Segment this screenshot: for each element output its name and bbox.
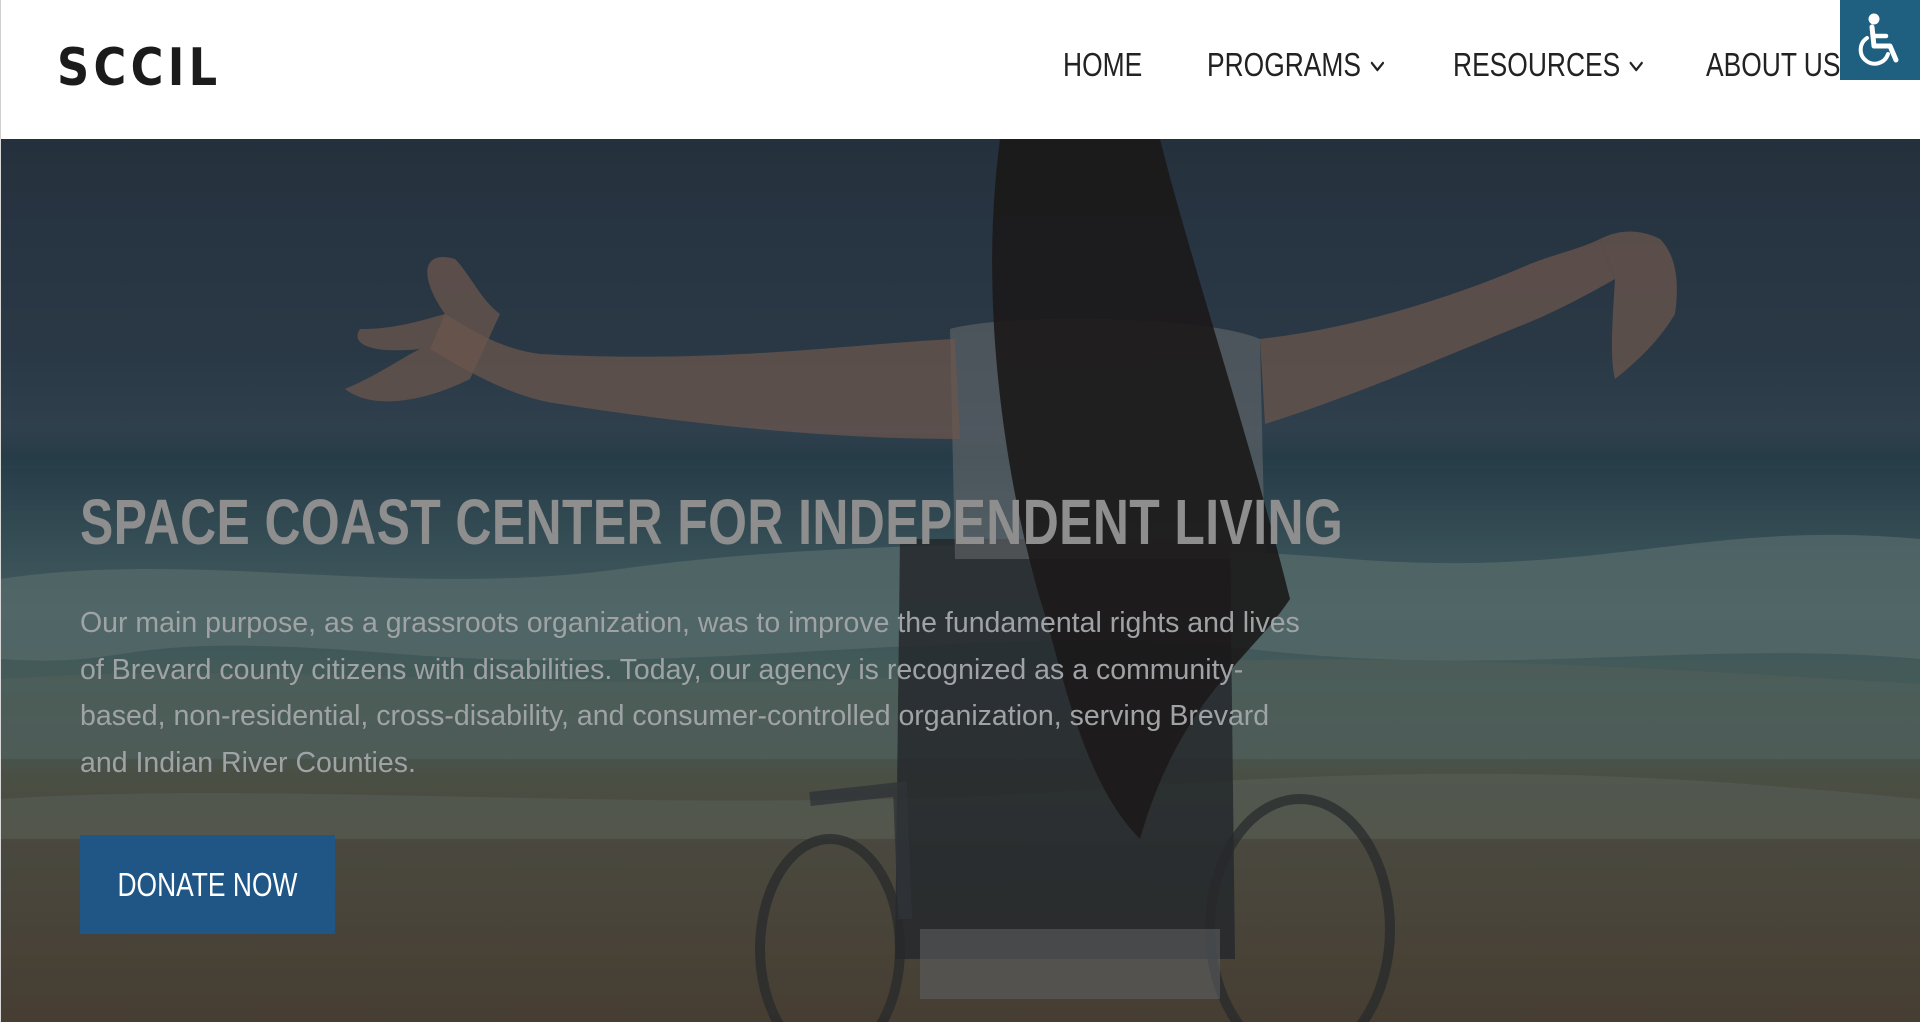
hero-description: Our main purpose, as a grassroots organi… [80, 607, 1300, 779]
nav-item-home-label: HOME [1063, 46, 1143, 83]
donate-now-label: DONATE NOW [117, 865, 298, 903]
donate-now-button[interactable]: DONATE NOW [80, 835, 335, 934]
chevron-down-icon [1629, 61, 1643, 72]
nav-item-home[interactable]: HOME [1063, 40, 1142, 90]
hero-title: SPACE COAST CENTER FOR INDEPENDENT LIVIN… [80, 486, 1344, 558]
wheelchair-icon [1858, 13, 1899, 66]
chevron-down-icon [1370, 61, 1384, 72]
nav-item-programs-label: PROGRAMS [1207, 46, 1362, 83]
nav-item-about-us-label: ABOUT US [1706, 46, 1841, 83]
nav-item-programs[interactable]: PROGRAMS [1207, 40, 1385, 90]
accessibility-button[interactable] [1840, 0, 1920, 80]
hero-section: SPACE COAST CENTER FOR INDEPENDENT LIVIN… [0, 139, 1920, 1022]
hero-left-edge [0, 139, 1, 1022]
site-logo[interactable]: SCCIL [57, 36, 221, 100]
nav-item-resources[interactable]: RESOURCES [1453, 40, 1644, 90]
nav-item-about-us[interactable]: ABOUT US [1706, 40, 1840, 90]
page: SCCIL HOME PROGRAMS RESOURCES ABOUT US S… [0, 0, 1920, 1022]
nav-item-resources-label: RESOURCES [1453, 46, 1621, 83]
site-header: SCCIL HOME PROGRAMS RESOURCES ABOUT US [0, 0, 1920, 139]
